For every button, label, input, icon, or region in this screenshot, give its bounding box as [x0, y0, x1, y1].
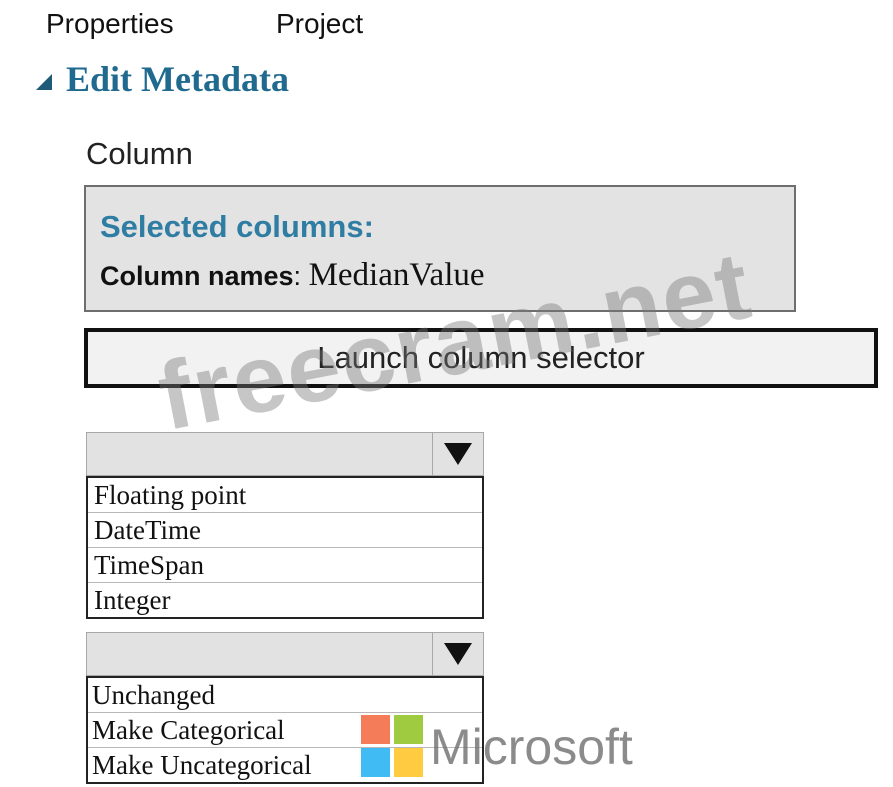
option-make-uncategorical[interactable]: Make Uncategorical: [88, 748, 482, 782]
collapse-triangle-icon[interactable]: [36, 74, 52, 90]
chevron-down-icon: [444, 643, 472, 665]
column-names-value: MedianValue: [308, 257, 485, 293]
column-names-key: Column names: [100, 261, 294, 291]
option-make-categorical[interactable]: Make Categorical: [88, 713, 482, 748]
categorical-select[interactable]: [86, 632, 484, 676]
option-floating-point[interactable]: Floating point: [88, 478, 482, 513]
launch-column-selector-button[interactable]: Launch column selector: [84, 328, 878, 388]
selected-columns-panel: Selected columns: Column names : MedianV…: [84, 185, 796, 312]
categorical-dropdown[interactable]: Unchanged Make Categorical Make Uncatego…: [86, 632, 484, 784]
column-label: Column: [86, 136, 193, 171]
section-title: Edit Metadata: [66, 59, 289, 99]
chevron-down-icon: [444, 443, 472, 465]
data-type-options: Floating point DateTime TimeSpan Integer: [86, 476, 484, 619]
data-type-select[interactable]: [86, 432, 484, 476]
option-integer[interactable]: Integer: [88, 583, 482, 617]
column-names-row: Column names : MedianValue: [100, 257, 485, 294]
option-unchanged[interactable]: Unchanged: [88, 678, 482, 713]
categorical-dropdown-button[interactable]: [432, 633, 483, 675]
categorical-options: Unchanged Make Categorical Make Uncatego…: [86, 676, 484, 784]
data-type-dropdown[interactable]: Floating point DateTime TimeSpan Integer: [86, 432, 484, 619]
option-timespan[interactable]: TimeSpan: [88, 548, 482, 583]
tab-project[interactable]: Project: [276, 8, 363, 40]
section-header[interactable]: Edit Metadata: [36, 58, 289, 100]
column-names-separator: :: [293, 261, 309, 291]
tab-properties[interactable]: Properties: [46, 8, 174, 40]
selected-columns-heading: Selected columns:: [100, 209, 374, 244]
option-datetime[interactable]: DateTime: [88, 513, 482, 548]
data-type-dropdown-button[interactable]: [432, 433, 483, 475]
